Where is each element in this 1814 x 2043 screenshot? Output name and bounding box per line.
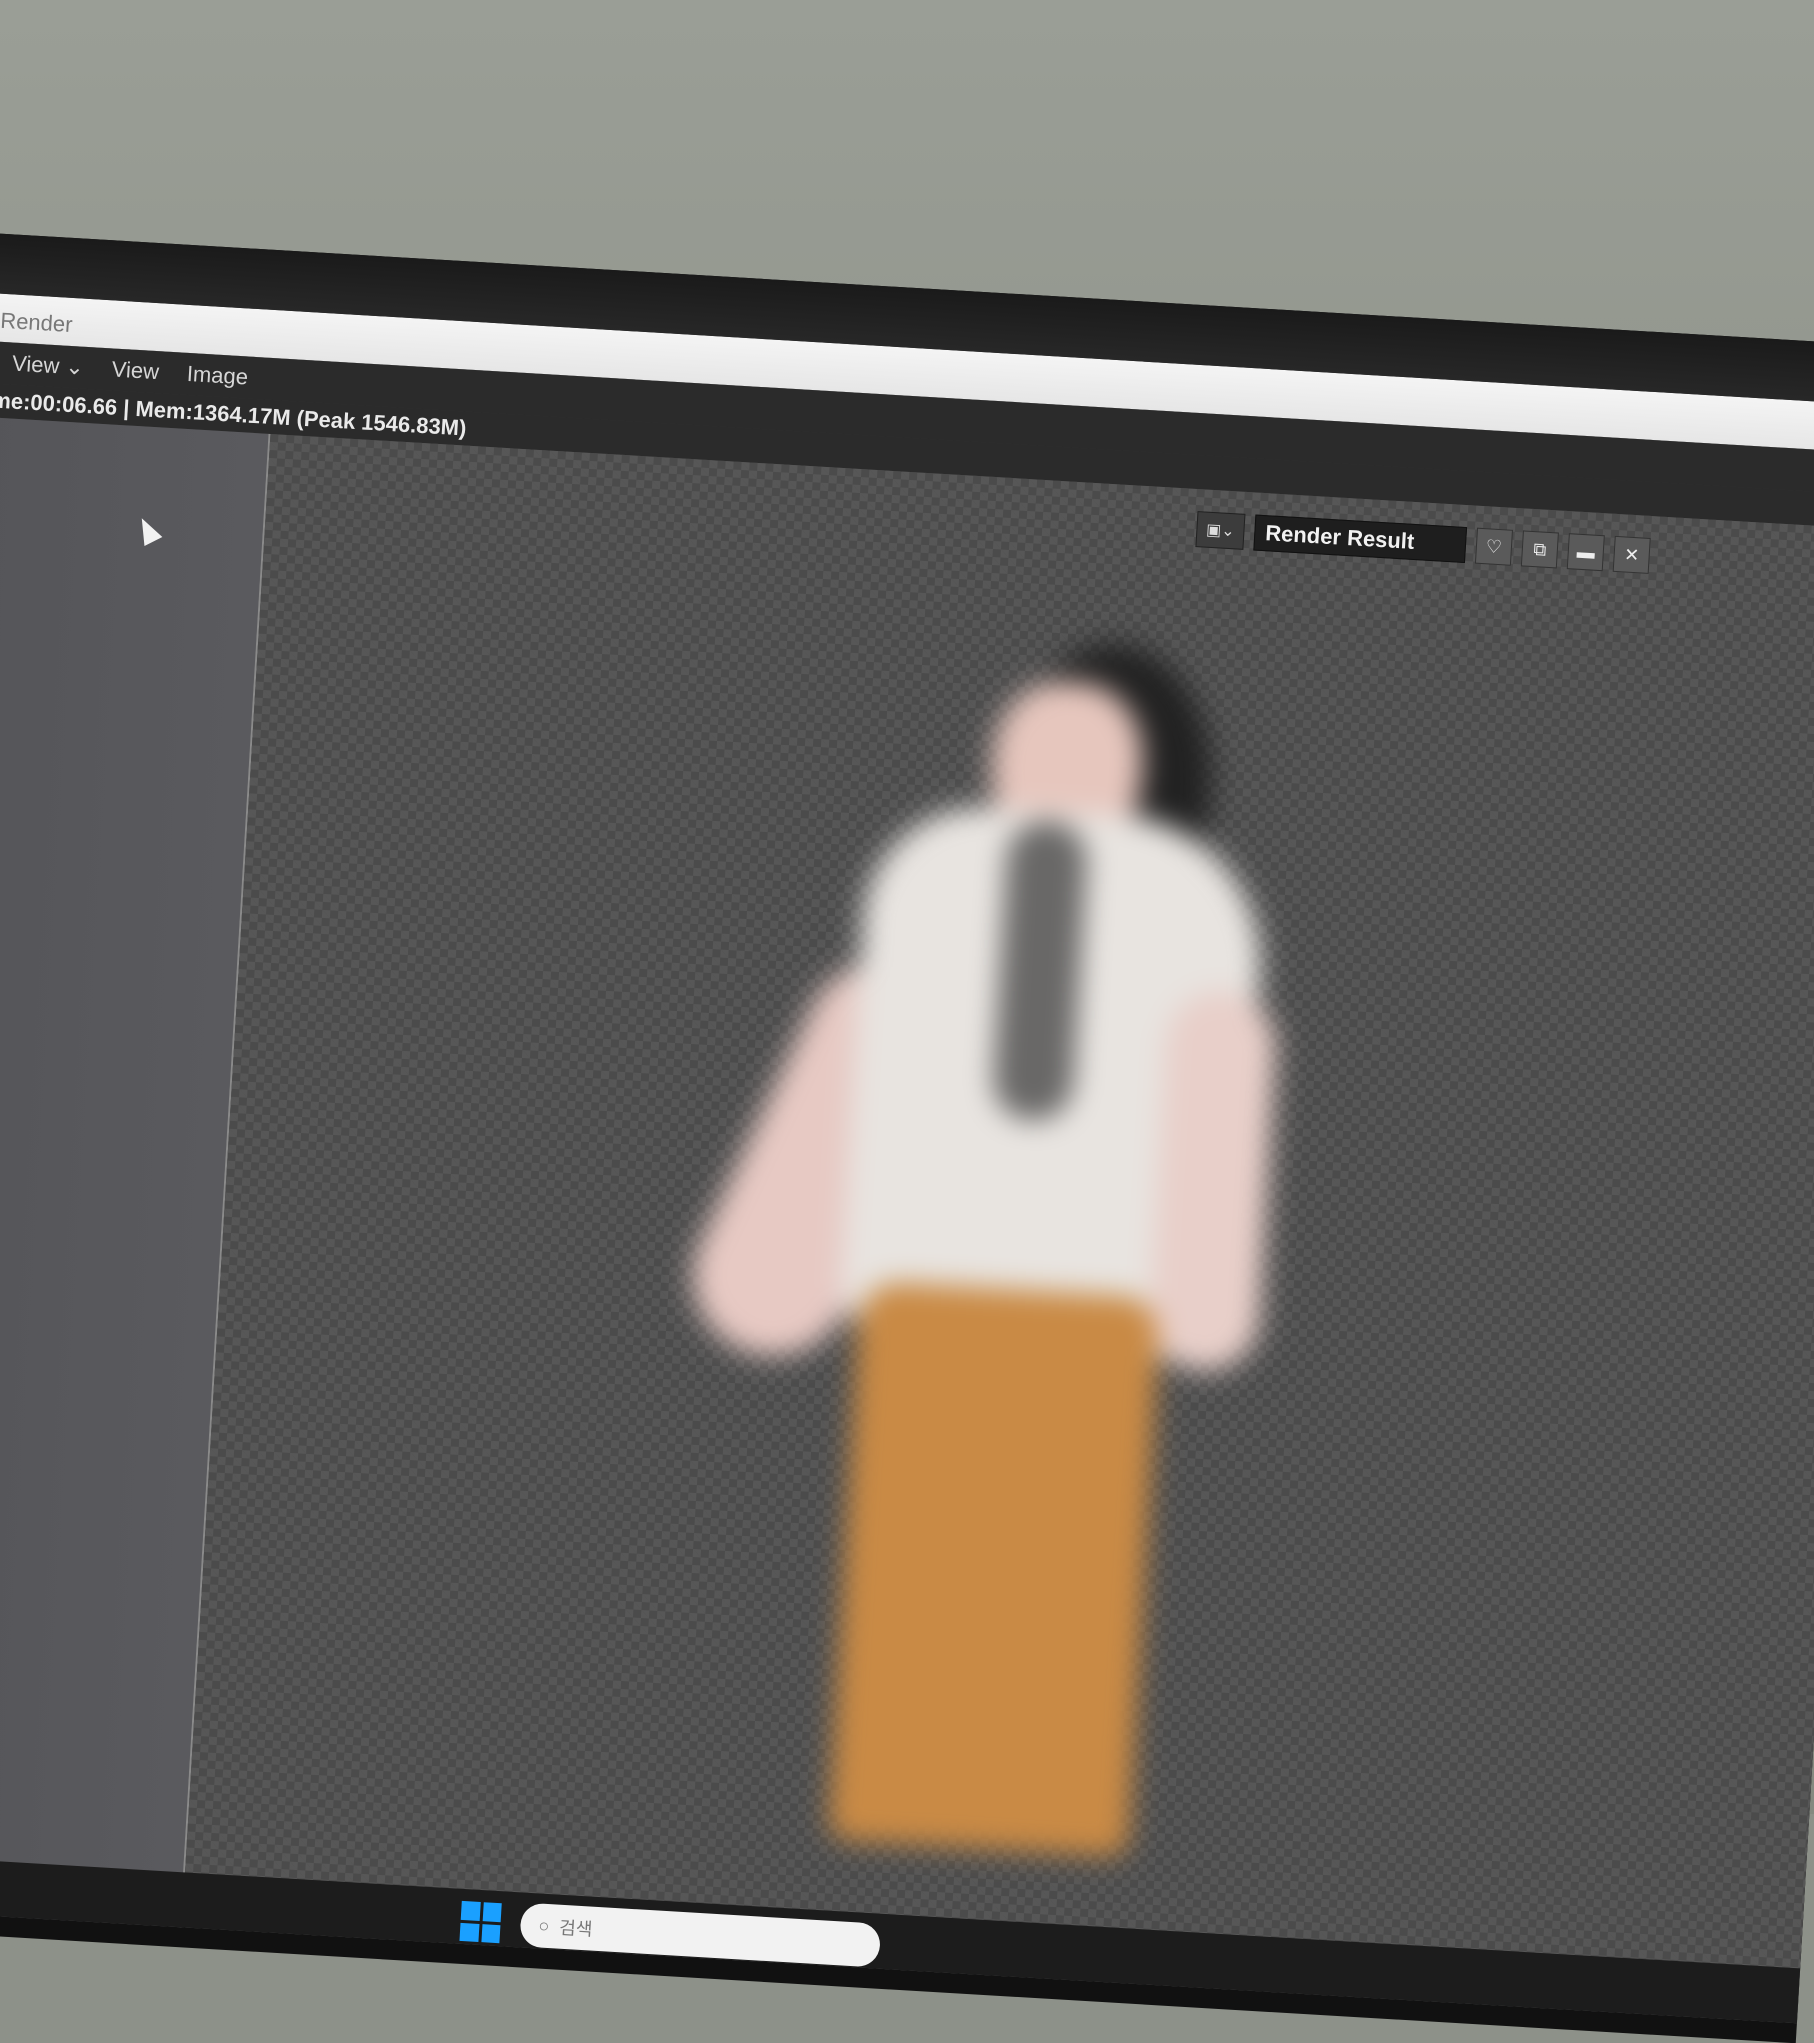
search-placeholder: 검색 <box>558 1917 593 1940</box>
view-mode-dropdown[interactable]: View ⌄ <box>11 351 84 381</box>
window-title: er Render <box>0 306 74 338</box>
figure-right-arm <box>1146 988 1280 1375</box>
mouse-cursor-icon <box>132 513 163 546</box>
image-name-field[interactable]: Render Result <box>1253 514 1468 564</box>
fake-user-button[interactable]: ♡ <box>1474 527 1513 566</box>
open-folder-button[interactable]: ▬ <box>1566 533 1605 572</box>
figure-pants <box>828 1280 1161 1858</box>
image-viewport[interactable]: ▣⌄ Render Result ♡ ⧉ ▬ ✕ <box>181 433 1814 2024</box>
open-folder-icon: ▬ <box>1576 541 1596 563</box>
screen: er Render View ⌄ View Image | Time:00:06… <box>0 289 1814 2024</box>
view-mode-label: View <box>11 350 61 379</box>
image-icon: ▣⌄ <box>1205 521 1236 541</box>
render-result-figure <box>666 627 1339 1858</box>
search-icon: ○ <box>537 1914 550 1936</box>
menu-view[interactable]: View <box>111 356 160 385</box>
close-image-button[interactable]: ✕ <box>1612 535 1651 574</box>
duplicate-icon: ⧉ <box>1532 538 1547 560</box>
menu-image[interactable]: Image <box>186 361 249 391</box>
image-header: ▣⌄ Render Result ♡ ⧉ ▬ ✕ <box>1195 509 1651 576</box>
windows-start-icon[interactable] <box>459 1900 502 1944</box>
close-icon: ✕ <box>1623 543 1640 565</box>
monitor: er Render View ⌄ View Image | Time:00:06… <box>0 230 1814 2043</box>
chevron-down-icon: ⌄ <box>64 353 85 380</box>
fake-user-icon: ♡ <box>1485 535 1503 557</box>
image-type-button[interactable]: ▣⌄ <box>1195 511 1246 550</box>
duplicate-button[interactable]: ⧉ <box>1520 530 1559 569</box>
taskbar-search[interactable]: ○ 검색 <box>519 1902 882 1968</box>
